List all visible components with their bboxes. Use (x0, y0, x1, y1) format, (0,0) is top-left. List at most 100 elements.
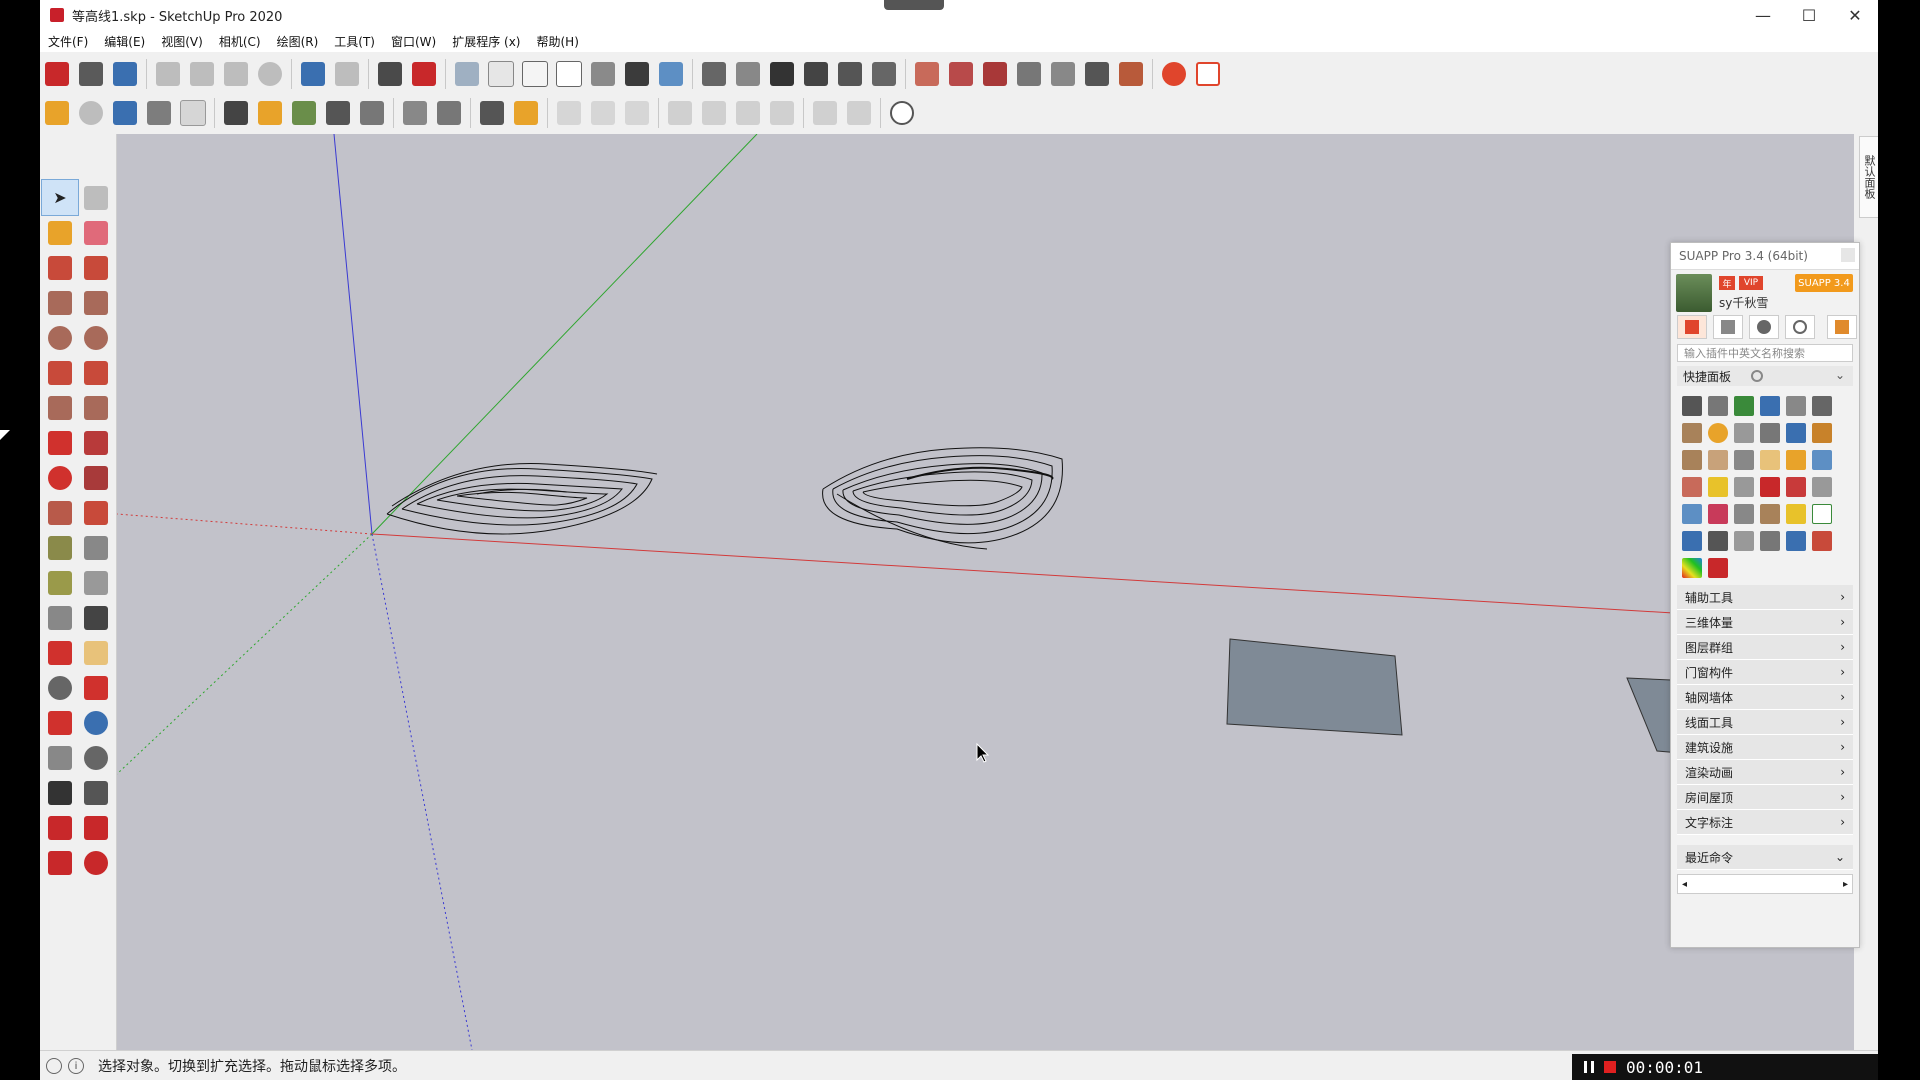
drawing-viewport[interactable] (117, 134, 1854, 1050)
scroll-left-icon[interactable]: ◂ (1682, 879, 1687, 890)
quick-tool[interactable] (1783, 419, 1809, 446)
warehouse-3d-tool[interactable] (42, 810, 78, 845)
quick-tool[interactable] (1731, 446, 1757, 473)
quick-tool[interactable] (1783, 527, 1809, 554)
quick-tool[interactable] (1679, 446, 1705, 473)
menu-extensions[interactable]: 扩展程序 (x) (444, 33, 528, 50)
flip-edge-button[interactable] (1114, 57, 1148, 91)
menu-draw[interactable]: 绘图(R) (269, 33, 327, 50)
front-view-button[interactable] (765, 57, 799, 91)
menu-edit[interactable]: 编辑(E) (96, 33, 153, 50)
quick-tool[interactable] (1705, 392, 1731, 419)
quick-tool[interactable] (1679, 392, 1705, 419)
two-point-arc-tool[interactable] (78, 355, 114, 390)
text-tool[interactable] (78, 565, 114, 600)
wireframe-button[interactable] (518, 57, 552, 91)
tab-user[interactable] (1749, 315, 1779, 339)
quick-tool[interactable] (1757, 446, 1783, 473)
panel-6-button[interactable] (842, 96, 876, 130)
extension-manager-tool[interactable] (42, 845, 78, 880)
quick-tool[interactable] (1731, 527, 1757, 554)
maximize-button[interactable]: ☐ (1786, 0, 1832, 30)
quick-tool[interactable] (1705, 527, 1731, 554)
minimize-button[interactable]: — (1740, 0, 1786, 30)
scroll-right-icon[interactable]: ▸ (1843, 879, 1848, 890)
dimension-tool[interactable] (78, 530, 114, 565)
quick-tool[interactable] (1783, 392, 1809, 419)
quick-tool[interactable] (1731, 419, 1757, 446)
warehouse-button[interactable] (108, 96, 142, 130)
print-button[interactable] (373, 57, 407, 91)
quick-tool[interactable] (1679, 473, 1705, 500)
orbit-tool[interactable] (78, 635, 114, 670)
paint-bucket-tool[interactable] (42, 215, 78, 250)
quick-tool[interactable] (1809, 527, 1835, 554)
panel-4-button[interactable] (765, 96, 799, 130)
geo-location-status-icon[interactable] (46, 1058, 62, 1074)
hidden-line-button[interactable] (552, 57, 586, 91)
gear-icon[interactable] (1751, 370, 1764, 382)
quick-tool[interactable] (1757, 527, 1783, 554)
options-button[interactable] (398, 96, 432, 130)
scale-tool[interactable] (42, 495, 78, 530)
category-doors-windows[interactable]: 门窗构件 › (1677, 660, 1853, 685)
position-camera-tool[interactable] (42, 740, 78, 775)
category-building-facilities[interactable]: 建筑设施 › (1677, 735, 1853, 760)
grid-button[interactable] (1191, 57, 1225, 91)
smoove-button[interactable] (978, 57, 1012, 91)
category-rooms-roofs[interactable]: 房间屋顶 › (1677, 785, 1853, 810)
back-view-button[interactable] (833, 57, 867, 91)
quick-tool[interactable] (1705, 554, 1731, 581)
ruby-console-tool[interactable] (78, 845, 114, 880)
shaded-button[interactable] (586, 57, 620, 91)
tab-grid[interactable] (1827, 315, 1857, 339)
polygon-tool[interactable] (78, 320, 114, 355)
close-button[interactable]: ✕ (1832, 0, 1878, 30)
make-component-tool[interactable] (78, 180, 114, 215)
quick-tool[interactable] (1731, 392, 1757, 419)
protractor-tool[interactable] (42, 565, 78, 600)
plugin-search-input[interactable]: 输入插件中英文名称搜索 (1677, 344, 1853, 362)
category-line-face-tools[interactable]: 线面工具 › (1677, 710, 1853, 735)
pause-icon[interactable] (1584, 1061, 1594, 1073)
section-plane-tool[interactable] (42, 635, 78, 670)
monochrome-button[interactable] (654, 57, 688, 91)
quick-tool[interactable] (1731, 500, 1757, 527)
version-badge[interactable]: SUAPP 3.4 (1795, 274, 1853, 292)
suapp-close-button[interactable] (1841, 248, 1855, 262)
menu-window[interactable]: 窗口(W) (383, 33, 444, 50)
avatar[interactable] (1676, 274, 1712, 312)
geo-location-button[interactable] (885, 96, 919, 130)
quick-tool[interactable] (1809, 473, 1835, 500)
sandbox-scratch-button[interactable] (944, 57, 978, 91)
walk-tool[interactable] (42, 775, 78, 810)
quick-tool[interactable] (1757, 473, 1783, 500)
quick-panel-header[interactable]: 快捷面板 ⌄ (1677, 366, 1853, 386)
quick-tool[interactable] (1705, 446, 1731, 473)
tab-library[interactable] (1713, 315, 1743, 339)
quick-tool[interactable] (1679, 554, 1705, 581)
select-tool[interactable]: ➤ (41, 179, 79, 216)
copy-button[interactable] (185, 57, 219, 91)
pie-tool[interactable] (78, 390, 114, 425)
rectangle-tool[interactable] (42, 285, 78, 320)
adjust-button[interactable] (432, 96, 466, 130)
category-text-annotation[interactable]: 文字标注 › (1677, 810, 1853, 835)
settings-gear-button[interactable] (1157, 57, 1191, 91)
line-tool[interactable] (42, 250, 78, 285)
new-button[interactable] (40, 57, 74, 91)
offset-tool[interactable] (78, 495, 114, 530)
panel-3-button[interactable] (731, 96, 765, 130)
quick-tool[interactable] (1809, 392, 1835, 419)
save-button[interactable] (108, 57, 142, 91)
panel-5-button[interactable] (808, 96, 842, 130)
quick-tool[interactable] (1783, 446, 1809, 473)
menu-file[interactable]: 文件(F) (40, 33, 96, 50)
quick-tool[interactable] (1679, 500, 1705, 527)
quick-tool[interactable] (1809, 500, 1835, 527)
back-edges-button[interactable] (484, 57, 518, 91)
recent-commands[interactable]: 最近命令 ⌄ (1677, 845, 1853, 870)
category-3d-massing[interactable]: 三维体量 › (1677, 610, 1853, 635)
drape-button[interactable] (1046, 57, 1080, 91)
zoom-extents-tool[interactable] (42, 705, 78, 740)
